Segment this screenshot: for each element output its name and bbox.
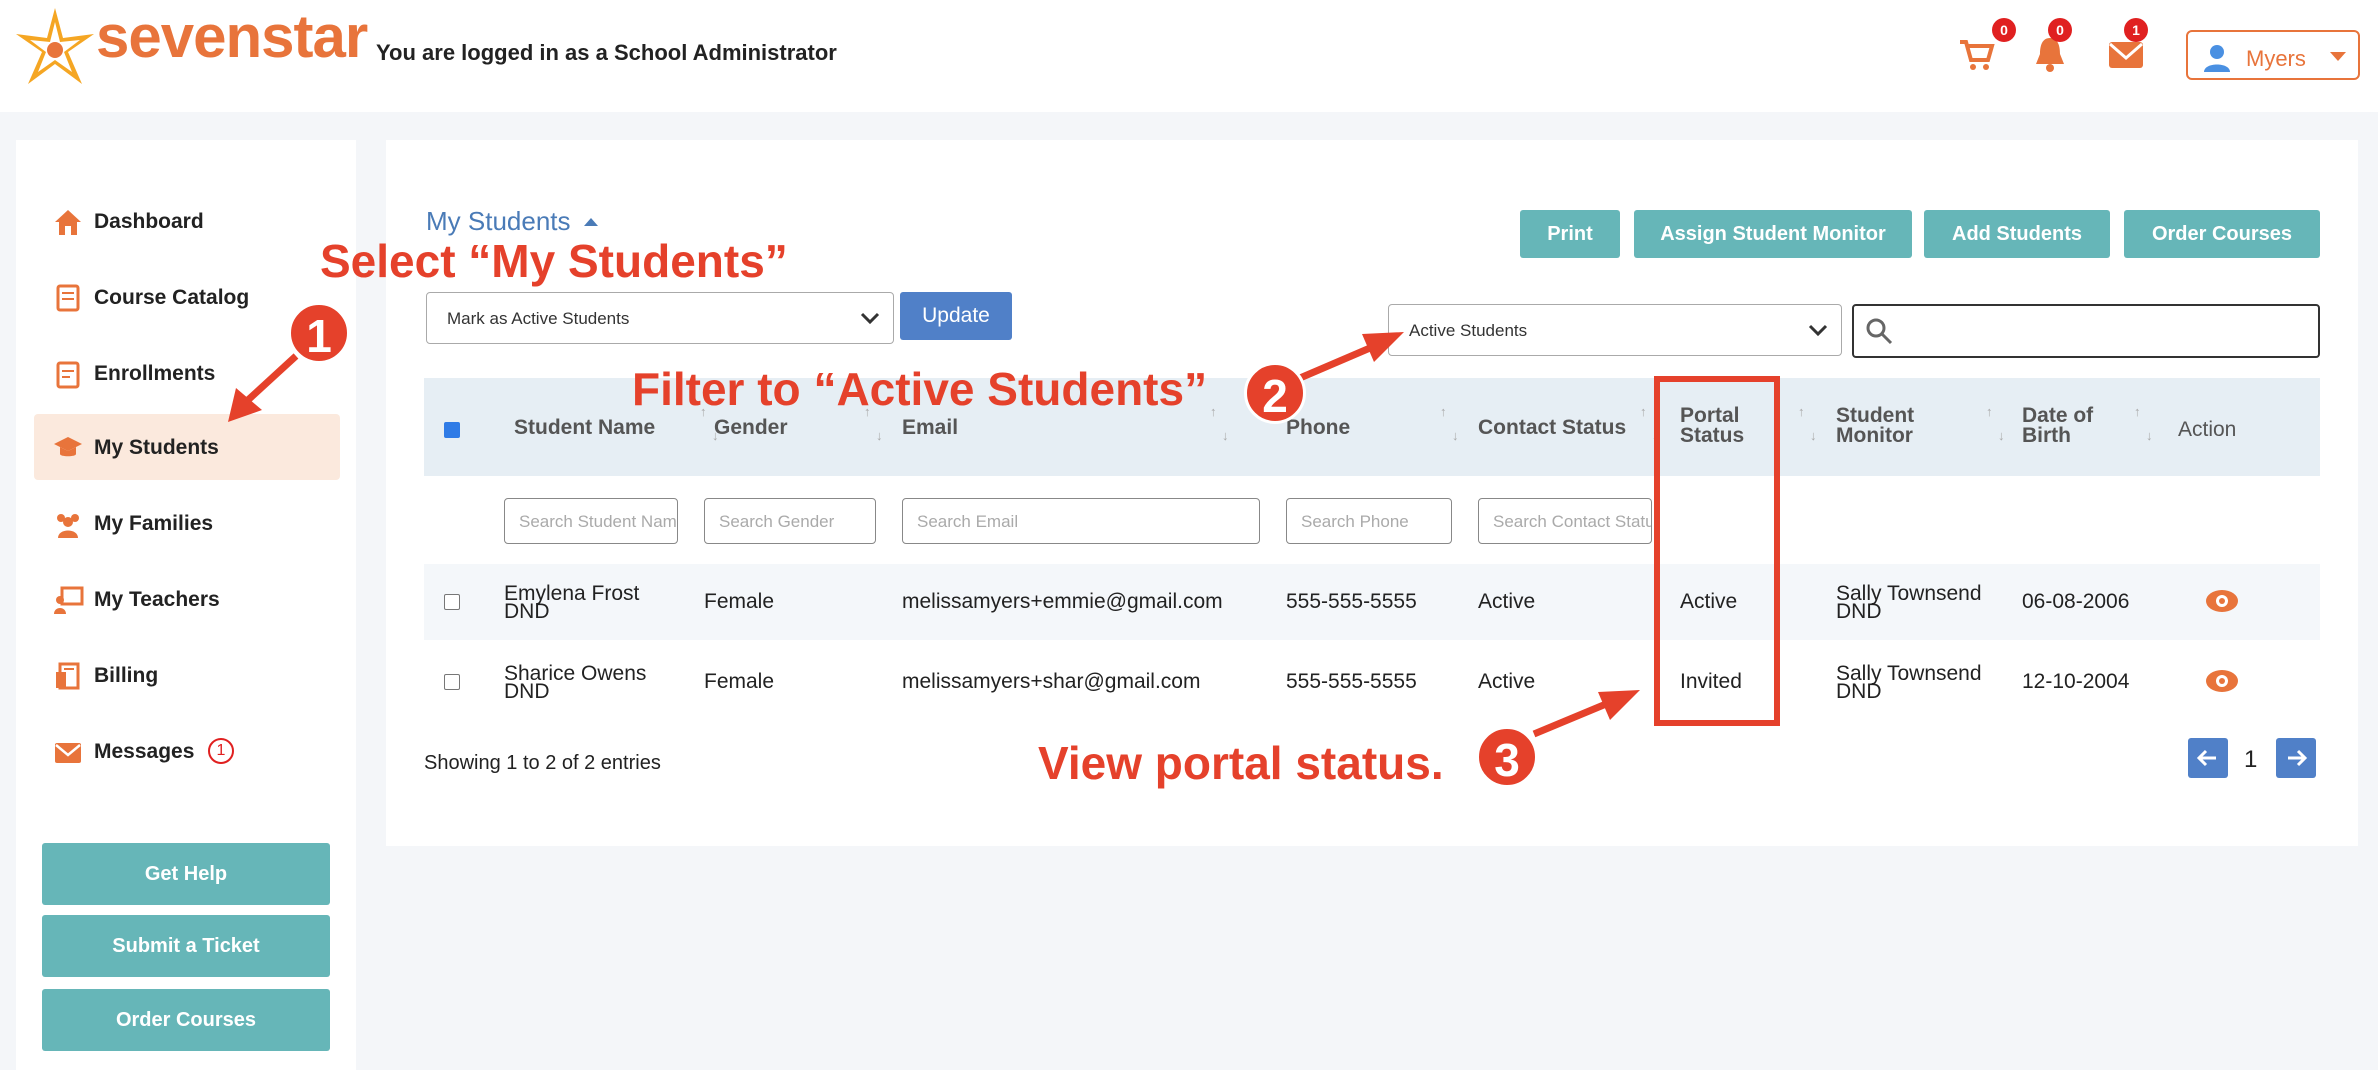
annotation-step-3-number: 3 <box>1476 726 1538 788</box>
annotation-step-1-number: 1 <box>288 302 350 364</box>
annotation-step-1-text: Select “My Students” <box>320 235 788 287</box>
annotation-step-3-text: View portal status. <box>1038 737 1444 789</box>
annotation-arrows <box>228 332 1640 738</box>
annotation-step-2-text: Filter to “Active Students” <box>632 363 1208 415</box>
annotation-step-2-number: 2 <box>1244 362 1306 424</box>
